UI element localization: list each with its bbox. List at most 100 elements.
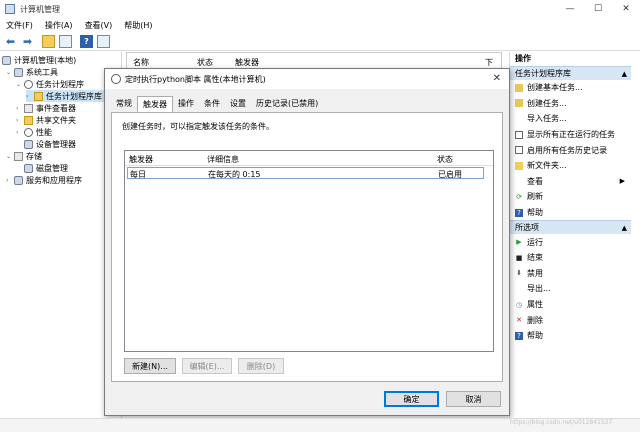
action-label: 属性: [527, 300, 543, 310]
tree-item-shared-folders[interactable]: › 共享文件夹: [16, 114, 76, 126]
menu-help[interactable]: 帮助(H): [118, 20, 158, 31]
delete-icon: ✕: [516, 316, 522, 325]
tree-item-services-apps[interactable]: › 服务和应用程序: [6, 174, 82, 186]
dialog-close-button[interactable]: ✕: [493, 73, 501, 84]
section-header-label: 所选项: [515, 223, 539, 233]
triggers-description: 创建任务时，可以指定触发该任务的条件。: [122, 122, 274, 131]
create-task-icon: [515, 99, 523, 108]
help-icon: ?: [515, 331, 523, 340]
action-export[interactable]: 导出...: [510, 281, 631, 297]
chevron-right-icon[interactable]: ›: [26, 93, 34, 100]
action-refresh[interactable]: ⟳ 刷新: [510, 189, 631, 205]
trigger-cell: 每日: [130, 170, 146, 179]
action-label: 刷新: [527, 192, 543, 202]
action-label: 禁用: [527, 268, 543, 278]
action-label: 运行: [527, 237, 543, 247]
triggers-list-header: 触发器 详细信息 状态: [125, 151, 493, 166]
action-disable[interactable]: ⬇ 禁用: [510, 266, 631, 282]
table-row[interactable]: 每日 在每天的 0:15 已启用: [127, 167, 484, 179]
forward-arrow-icon[interactable]: ➡: [21, 35, 34, 48]
column-trigger[interactable]: 触发器: [129, 154, 153, 165]
actions-section-library[interactable]: 任务计划程序库 ▲: [510, 66, 631, 80]
tree-item-label: 共享文件夹: [36, 115, 76, 125]
tree-item-performance[interactable]: › 性能: [16, 126, 52, 138]
cancel-button[interactable]: 取消: [446, 391, 501, 407]
tree-item-computer-management[interactable]: 计算机管理(本地): [2, 54, 76, 66]
actions-section-selected[interactable]: 所选项 ▲: [510, 220, 631, 235]
action-label: 导入任务...: [527, 114, 567, 124]
new-trigger-button[interactable]: 新建(N)...: [124, 358, 176, 374]
action-end[interactable]: ■ 结束: [510, 250, 631, 266]
action-new-folder[interactable]: 新文件夹...: [510, 158, 631, 174]
triggers-panel: 创建任务时，可以指定触发该任务的条件。 触发器 详细信息 状态 每日 在每天的 …: [111, 112, 503, 382]
tree-item-task-scheduler[interactable]: ⌄ 任务计划程序: [16, 78, 84, 90]
dialog-tabs: 常规 触发器 操作 条件 设置 历史记录(已禁用): [111, 96, 323, 113]
back-arrow-icon[interactable]: ⬅: [4, 35, 17, 48]
chevron-right-icon[interactable]: ›: [6, 177, 14, 184]
chevron-down-icon[interactable]: ⌄: [16, 81, 24, 88]
action-enable-history[interactable]: 启用所有任务历史记录: [510, 142, 631, 158]
tree-item-storage[interactable]: ⌄ 存储: [6, 150, 42, 162]
tree-item-event-viewer[interactable]: › 事件查看器: [16, 102, 76, 114]
chevron-right-icon[interactable]: ›: [16, 129, 24, 136]
column-status[interactable]: 状态: [197, 57, 213, 68]
performance-icon: [24, 127, 33, 137]
actions-pane: 操作 任务计划程序库 ▲ 创建基本任务... 创建任务... 导入任务... 显…: [509, 52, 631, 418]
tree-item-label: 性能: [36, 127, 52, 137]
collapse-icon[interactable]: ▲: [622, 221, 627, 235]
toolbar: ⬅ ➡ ?: [0, 33, 640, 51]
action-help-selected[interactable]: ? 帮助: [510, 328, 631, 344]
action-label: 删除: [527, 315, 543, 325]
history-icon: [515, 146, 523, 155]
menu-view[interactable]: 查看(V): [79, 20, 119, 31]
action-label: 结束: [527, 253, 543, 263]
tree-item-label: 系统工具: [26, 67, 58, 77]
delete-trigger-button[interactable]: 删除(D): [238, 358, 284, 374]
chevron-right-icon[interactable]: ›: [16, 105, 24, 112]
column-details[interactable]: 详细信息: [207, 154, 239, 165]
submenu-arrow-icon: ▶: [619, 177, 625, 186]
show-hide-tree-icon[interactable]: [59, 35, 72, 48]
disable-icon: ⬇: [516, 269, 522, 278]
tab-settings[interactable]: 设置: [225, 96, 251, 112]
action-delete[interactable]: ✕ 删除: [510, 312, 631, 328]
tab-general[interactable]: 常规: [111, 96, 137, 112]
triggers-list: 触发器 详细信息 状态 每日 在每天的 0:15 已启用: [124, 150, 494, 352]
action-create-basic-task[interactable]: 创建基本任务...: [510, 80, 631, 96]
maximize-button[interactable]: ☐: [584, 0, 612, 18]
tree-item-device-manager[interactable]: 设备管理器: [24, 138, 76, 150]
chevron-down-icon[interactable]: ⌄: [6, 69, 14, 76]
action-view[interactable]: 查看 ▶: [510, 174, 631, 190]
tab-conditions[interactable]: 条件: [199, 96, 225, 112]
action-properties[interactable]: ◷ 属性: [510, 297, 631, 313]
folder-up-icon[interactable]: [42, 35, 55, 48]
column-name[interactable]: 名称: [133, 57, 149, 68]
column-trigger[interactable]: 触发器: [235, 57, 259, 68]
edit-trigger-button[interactable]: 编辑(E)...: [182, 358, 232, 374]
tab-actions[interactable]: 操作: [173, 96, 199, 112]
minimize-button[interactable]: —: [556, 0, 584, 18]
tree-item-disk-management[interactable]: 磁盘管理: [24, 162, 68, 174]
column-status[interactable]: 状态: [437, 154, 453, 165]
chevron-down-icon[interactable]: ⌄: [6, 153, 14, 160]
menu-action[interactable]: 操作(A): [39, 20, 79, 31]
tab-triggers[interactable]: 触发器: [137, 96, 173, 113]
close-button[interactable]: ✕: [612, 0, 640, 18]
menu-file[interactable]: 文件(F): [0, 20, 39, 31]
action-create-task[interactable]: 创建任务...: [510, 96, 631, 112]
action-help[interactable]: ? 帮助: [510, 205, 631, 221]
action-show-running-tasks[interactable]: 显示所有正在运行的任务: [510, 127, 631, 143]
ok-button[interactable]: 确定: [384, 391, 439, 407]
tab-history[interactable]: 历史记录(已禁用): [251, 96, 323, 112]
chevron-right-icon[interactable]: ›: [16, 117, 24, 124]
window-title: 计算机管理: [20, 4, 60, 14]
collapse-icon[interactable]: ▲: [622, 67, 627, 81]
mmc-window-icon[interactable]: [97, 35, 110, 48]
folder-icon: [34, 91, 43, 101]
help-icon[interactable]: ?: [80, 35, 93, 48]
action-label: 启用所有任务历史记录: [527, 145, 607, 155]
tree-item-system-tools[interactable]: ⌄ 系统工具: [6, 66, 58, 78]
action-label: 查看: [527, 176, 543, 186]
action-run[interactable]: ▶ 运行: [510, 234, 631, 250]
action-import-task[interactable]: 导入任务...: [510, 111, 631, 127]
